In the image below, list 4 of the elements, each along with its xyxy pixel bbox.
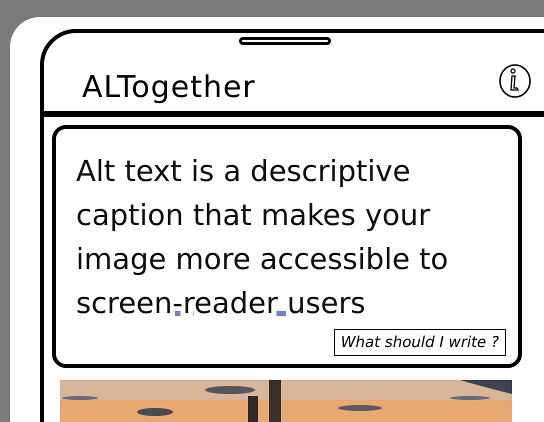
caption-text: Alt text is a descriptive caption that makes your image more accessible to screen-reader users <box>76 153 450 322</box>
help-button[interactable]: What should I write ? <box>334 329 506 356</box>
info-icon[interactable] <box>498 63 532 99</box>
app-title: ALTogether <box>82 73 256 103</box>
